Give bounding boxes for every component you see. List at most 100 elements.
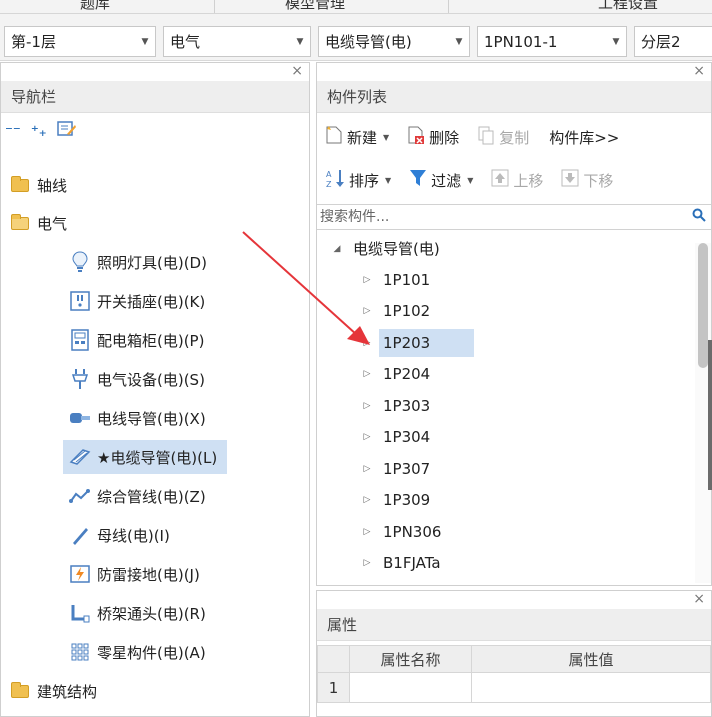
menu-tab-project-settings[interactable]: 工程设置 xyxy=(598,0,658,13)
table-row[interactable]: 1 xyxy=(317,672,711,703)
nav-item-electrical-equipment[interactable]: 电气设备(电)(S) xyxy=(69,362,205,396)
nav-item-lightning-ground[interactable]: 防雷接地(电)(J) xyxy=(69,557,200,591)
delete-button[interactable]: 删除 xyxy=(403,123,463,151)
new-button[interactable]: 新建 ▼ xyxy=(321,123,393,151)
collapsed-triangle-icon[interactable]: ▷ xyxy=(361,558,373,568)
nav-item-label: 桥架通头(电)(R) xyxy=(97,604,206,623)
expanded-triangle-icon[interactable]: ◢ xyxy=(331,244,343,254)
scrollbar-thumb[interactable] xyxy=(698,243,708,368)
close-icon[interactable]: × xyxy=(291,63,303,79)
collapsed-triangle-icon[interactable]: ▷ xyxy=(361,338,373,348)
expand-all-icon[interactable]: ⁺₊ xyxy=(31,122,47,140)
nav-item-cable-conduit[interactable]: ★电缆导管(电)(L) xyxy=(63,440,228,474)
collapsed-triangle-icon[interactable]: ▷ xyxy=(361,306,373,316)
tree-item-selected[interactable]: ▷ 1P203 xyxy=(361,327,475,358)
component-library-label: 构件库>> xyxy=(549,128,620,147)
tree-item[interactable]: ▷ 1P204 xyxy=(361,358,431,389)
electrical-equipment-icon xyxy=(69,368,91,390)
table-header-row: 属性名称 属性值 xyxy=(317,645,711,673)
component-toolbar-primary: 新建 ▼ 删除 复制 构件库>> xyxy=(317,119,711,155)
filter-button[interactable]: 过滤 ▼ xyxy=(405,166,477,194)
window-edge xyxy=(708,340,712,490)
component-type-select[interactable]: 电缆导管(电) ▼ xyxy=(318,26,470,57)
nav-folder-building-structure[interactable]: 建筑结构 xyxy=(9,674,97,708)
collapsed-triangle-icon[interactable]: ▷ xyxy=(361,369,373,379)
nav-item-label: 综合管线(电)(Z) xyxy=(97,487,206,506)
collapsed-triangle-icon[interactable]: ▷ xyxy=(361,401,373,411)
edit-icon[interactable] xyxy=(56,120,77,142)
new-document-icon xyxy=(325,125,343,149)
chevron-down-icon: ▼ xyxy=(141,36,149,47)
nav-folder-electrical[interactable]: 电气 xyxy=(9,206,67,240)
property-name-cell[interactable] xyxy=(349,672,472,703)
arrow-down-icon xyxy=(561,169,579,191)
layer-select[interactable]: 分层2 xyxy=(634,26,712,57)
filter-combo-bar: 第-1层 ▼ 电气 ▼ 电缆导管(电) ▼ 1PN101-1 ▼ 分层2 xyxy=(0,14,712,61)
properties-panel-title: 属性 xyxy=(317,609,711,641)
discipline-select[interactable]: 电气 ▼ xyxy=(163,26,311,57)
folder-collapsed-icon xyxy=(9,174,31,196)
nav-item-switch-socket[interactable]: 开关插座(电)(K) xyxy=(69,284,205,318)
close-icon[interactable]: × xyxy=(693,63,705,79)
collapsed-triangle-icon[interactable]: ▷ xyxy=(361,275,373,285)
nav-item-misc-component[interactable]: 零星构件(电)(A) xyxy=(69,635,206,669)
nav-item-label: 轴线 xyxy=(37,176,68,195)
column-header-property-name[interactable]: 属性名称 xyxy=(349,645,472,673)
folder-expanded-icon xyxy=(9,212,31,234)
search-icon[interactable] xyxy=(687,208,711,226)
copy-button-label: 复制 xyxy=(499,128,530,147)
copy-button[interactable]: 复制 xyxy=(473,123,533,151)
tree-item[interactable]: ▷ B1FJATa xyxy=(361,547,441,578)
tree-item[interactable]: ▷ 1P101 xyxy=(361,264,431,295)
tree-item[interactable]: ▷ 1P309 xyxy=(361,484,431,515)
move-down-button-label: 下移 xyxy=(583,171,614,190)
nav-item-distribution-box[interactable]: 配电箱柜(电)(P) xyxy=(69,323,204,357)
move-up-button[interactable]: 上移 xyxy=(487,166,547,194)
chevron-down-icon[interactable]: ▼ xyxy=(467,176,473,185)
tree-item[interactable]: ▷ 1P307 xyxy=(361,453,431,484)
tree-root[interactable]: ◢ 电缆导管(电) xyxy=(331,233,440,264)
delete-document-icon xyxy=(407,125,425,149)
chevron-down-icon: ▼ xyxy=(455,36,463,47)
nav-folder-axis[interactable]: 轴线 xyxy=(9,168,67,202)
column-header-property-value[interactable]: 属性值 xyxy=(471,645,711,673)
close-icon[interactable]: × xyxy=(693,591,705,607)
floor-select-value: 第-1层 xyxy=(11,33,56,51)
component-select[interactable]: 1PN101-1 ▼ xyxy=(477,26,627,57)
search-input[interactable] xyxy=(320,209,687,225)
tree-item[interactable]: ▷ 1P102 xyxy=(361,295,431,326)
component-library-button[interactable]: 构件库>> xyxy=(545,123,623,151)
move-down-button[interactable]: 下移 xyxy=(557,166,617,194)
collapsed-triangle-icon[interactable]: ▷ xyxy=(361,432,373,442)
sort-button[interactable]: AZ 排序 ▼ xyxy=(321,166,395,194)
properties-panel: × 属性 属性名称 属性值 1 xyxy=(316,590,712,717)
tree-item[interactable]: ▷ 1P304 xyxy=(361,421,431,452)
nav-item-label: 母线(电)(I) xyxy=(97,526,170,545)
nav-item-busbar[interactable]: 母线(电)(I) xyxy=(69,518,170,552)
tree-item[interactable]: ▷ 1PN306 xyxy=(361,516,442,547)
nav-item-wire-conduit[interactable]: 电线导管(电)(X) xyxy=(69,401,206,435)
nav-item-integrated-pipeline[interactable]: 综合管线(电)(Z) xyxy=(69,479,206,513)
collapsed-triangle-icon[interactable]: ▷ xyxy=(361,495,373,505)
distribution-box-icon xyxy=(69,329,91,351)
property-value-cell[interactable] xyxy=(471,672,711,703)
chevron-down-icon[interactable]: ▼ xyxy=(385,176,391,185)
svg-text:A: A xyxy=(326,170,332,179)
nav-item-lighting[interactable]: 照明灯具(电)(D) xyxy=(69,245,207,279)
nav-item-tray-joint[interactable]: 桥架通头(电)(R) xyxy=(69,596,206,630)
collapsed-triangle-icon[interactable]: ▷ xyxy=(361,527,373,537)
menu-tab-question-bank[interactable]: 题库 xyxy=(80,0,110,13)
tree-item[interactable]: ▷ 1P303 xyxy=(361,390,431,421)
arrow-up-icon xyxy=(491,169,509,191)
floor-select[interactable]: 第-1层 ▼ xyxy=(4,26,156,57)
collapsed-triangle-icon[interactable]: ▷ xyxy=(361,464,373,474)
svg-text:Z: Z xyxy=(326,180,332,188)
navigation-panel: × 导航栏 ⁻⁻ ⁺₊ 轴线 电气 照明灯具(电)(D) 开关插座(电)(K) xyxy=(0,62,310,717)
navigation-toolbar: ⁻⁻ ⁺₊ xyxy=(1,113,309,149)
component-toolbar-secondary: AZ 排序 ▼ 过滤 ▼ 上移 下移 xyxy=(317,162,711,198)
collapse-all-icon[interactable]: ⁻⁻ xyxy=(5,122,21,140)
navigation-panel-title: 导航栏 xyxy=(1,81,309,113)
menu-tab-model-management[interactable]: 模型管理 xyxy=(285,0,345,13)
chevron-down-icon[interactable]: ▼ xyxy=(383,133,389,142)
component-list-panel: × 构件列表 新建 ▼ 删除 复制 构件库>> AZ 排序 ▼ 过滤 ▼ 上移 … xyxy=(316,62,712,586)
